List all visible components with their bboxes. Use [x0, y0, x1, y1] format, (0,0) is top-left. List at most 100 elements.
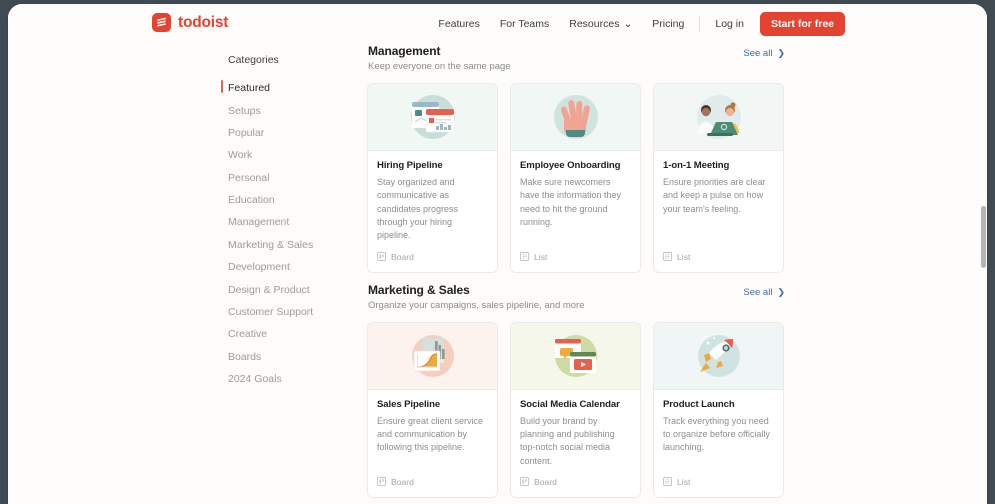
sidebar-item-label: Boards — [228, 350, 262, 363]
sidebar-item-label: Setups — [228, 104, 261, 117]
todoist-brand-logo[interactable]: todoist — [152, 13, 228, 32]
social-video-illustration — [511, 322, 640, 390]
sidebar-title: Categories — [228, 54, 279, 66]
sidebar-item-label: 2024 Goals — [228, 373, 282, 386]
sidebar-item-label: Development — [228, 261, 290, 274]
list-icon — [520, 252, 529, 262]
card-view-type-label: List — [677, 251, 691, 262]
template-card[interactable]: Hiring Pipeline Stay organized and commun… — [367, 83, 498, 273]
two-people-laptop-illustration — [654, 84, 783, 151]
section-heading-group: Marketing & Sales Organize your campaigns… — [368, 283, 585, 311]
see-all-link[interactable]: See all ❯ — [743, 48, 785, 59]
sidebar-item-featured[interactable]: Featured — [221, 77, 351, 99]
section-heading-group: Management Keep everyone on the same page — [368, 44, 511, 72]
sidebar-item-label: Design & Product — [228, 283, 310, 296]
start-for-free-button[interactable]: Start for free — [759, 12, 845, 36]
card-title: Social Media Calendar — [520, 398, 620, 410]
waving-hand-illustration — [511, 84, 640, 151]
todoist-logo-icon — [152, 13, 171, 32]
sidebar-item-label: Management — [228, 216, 290, 229]
template-card-row: Sales Pipeline Ensure great client servic… — [367, 321, 785, 498]
sidebar-item-label: Personal — [228, 171, 270, 184]
board-icon — [377, 252, 386, 262]
card-body: Employee Onboarding Make sure newcomers h… — [511, 151, 640, 243]
card-view-type-badge: List — [654, 243, 783, 272]
nav-link-pricing[interactable]: Pricing — [642, 18, 694, 30]
rocket-illustration — [654, 322, 783, 390]
sidebar-item-management[interactable]: Management — [221, 211, 351, 233]
card-description: Build your brand by planning and publish… — [520, 415, 615, 466]
list-icon — [663, 477, 672, 487]
nav-link-for-teams[interactable]: For Teams — [490, 18, 559, 30]
sidebar-item-design-product[interactable]: Design & Product — [221, 278, 351, 300]
login-link-label: Log in — [715, 18, 744, 30]
card-body: Social Media Calendar Build your brand by… — [511, 390, 640, 468]
card-view-type-label: List — [534, 251, 548, 262]
sidebar-item-development[interactable]: Development — [221, 256, 351, 278]
sidebar-item-setups[interactable]: Setups — [221, 99, 351, 121]
login-link[interactable]: Log in — [705, 18, 754, 30]
section-title: Marketing & Sales — [368, 282, 470, 297]
card-description: Track everything you need to organize be… — [663, 415, 770, 453]
scrollbar-thumb[interactable] — [981, 206, 986, 268]
browser-window: todoist Features For Teams Resources ⌄ P… — [8, 4, 987, 504]
card-body: 1-on-1 Meeting Ensure priorities are clea… — [654, 151, 783, 243]
nav-link-for-teams-label: For Teams — [499, 18, 550, 30]
card-view-type-badge: Board — [368, 468, 497, 497]
section-management: Management Keep everyone on the same page… — [367, 44, 785, 273]
charts-documents-illustration — [368, 322, 497, 390]
chevron-right-icon: ❯ — [777, 286, 785, 297]
card-view-type-badge: List — [654, 468, 783, 497]
nav-link-resources[interactable]: Resources ⌄ — [559, 18, 642, 30]
sidebar-item-label: Customer Support — [228, 305, 314, 318]
template-card[interactable]: Social Media Calendar Build your brand by… — [510, 321, 641, 498]
section-subtitle: Organize your campaigns, sales pipeline,… — [368, 299, 585, 311]
template-card[interactable]: Employee Onboarding Make sure newcomers h… — [510, 83, 641, 273]
template-card[interactable]: 1-on-1 Meeting Ensure priorities are clea… — [653, 83, 784, 273]
nav-divider — [699, 16, 701, 32]
sidebar-item-label: Education — [228, 194, 275, 207]
nav-link-pricing-label: Pricing — [652, 18, 685, 30]
sidebar-item-work[interactable]: Work — [221, 144, 351, 166]
card-description: Make sure newcomers have the information… — [520, 177, 622, 227]
sidebar-item-boards[interactable]: Boards — [221, 346, 351, 368]
section-header: Marketing & Sales Organize your campaigns… — [367, 283, 785, 311]
sidebar-item-creative[interactable]: Creative — [221, 323, 351, 345]
section-marketing-sales: Marketing & Sales Organize your campaigns… — [367, 283, 785, 498]
template-card[interactable]: Product Launch Track everything you need … — [653, 321, 784, 498]
card-view-type-label: Board — [391, 251, 414, 262]
card-view-type-label: List — [677, 476, 691, 487]
chevron-down-icon: ⌄ — [623, 18, 633, 30]
card-description: Stay organized and communicative as cand… — [377, 177, 459, 241]
see-all-link[interactable]: See all ❯ — [743, 287, 785, 298]
list-icon — [663, 252, 672, 262]
board-icon — [377, 477, 386, 487]
see-all-label: See all — [743, 48, 773, 59]
card-title: 1-on-1 Meeting — [663, 160, 730, 171]
sidebar-item-label: Popular — [228, 126, 265, 139]
nav-links: Features For Teams Resources ⌄ Pricing L… — [428, 4, 845, 44]
sidebar-item-label: Marketing & Sales — [228, 238, 314, 251]
sidebar-items: Featured Setups Popular Work Personal Educati… — [221, 77, 351, 390]
nav-link-resources-label: Resources — [569, 18, 620, 30]
sidebar-item-personal[interactable]: Personal — [221, 167, 351, 189]
nav-link-features[interactable]: Features — [428, 18, 489, 30]
sidebar-item-2024-goals[interactable]: 2024 Goals — [221, 368, 351, 390]
card-view-type-badge: Board — [511, 468, 640, 497]
section-header: Management Keep everyone on the same page… — [367, 44, 785, 72]
card-view-type-label: Board — [534, 476, 557, 487]
card-view-type-label: Board — [391, 476, 414, 487]
see-all-label: See all — [743, 286, 773, 298]
sidebar-item-customer-support[interactable]: Customer Support — [221, 301, 351, 323]
sidebar-item-label: Work — [228, 149, 253, 162]
card-title: Product Launch — [663, 398, 735, 410]
sidebar-item-label: Featured — [228, 82, 271, 95]
sidebar-item-label: Creative — [228, 328, 268, 341]
sidebar-item-popular[interactable]: Popular — [221, 122, 351, 144]
card-title: Employee Onboarding — [520, 160, 621, 171]
card-description: Ensure priorities are clear and keep a p… — [663, 177, 766, 214]
sidebar-item-education[interactable]: Education — [221, 189, 351, 211]
page-scrollbar[interactable] — [980, 44, 987, 504]
template-card[interactable]: Sales Pipeline Ensure great client servic… — [367, 321, 498, 498]
sidebar-item-marketing-sales[interactable]: Marketing & Sales — [221, 234, 351, 256]
